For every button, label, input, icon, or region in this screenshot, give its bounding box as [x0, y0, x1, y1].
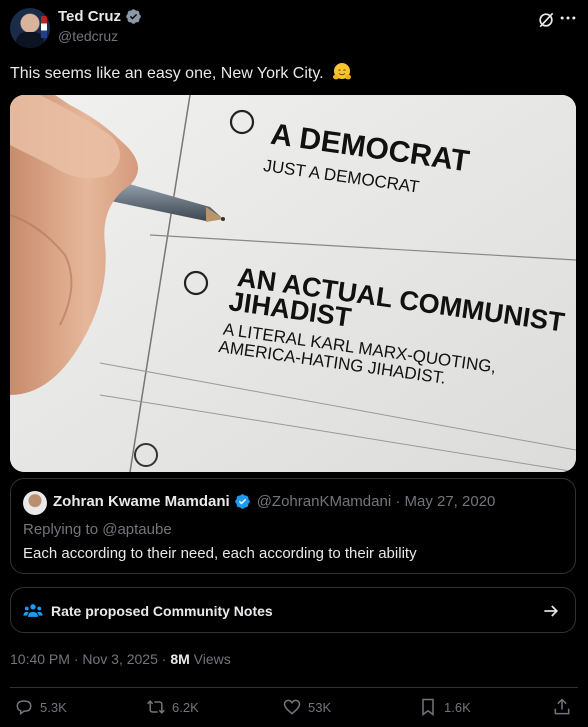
quoted-body: Each according to their need, each accor…	[23, 545, 417, 562]
quoted-header: Zohran Kwame Mamdani @ZohranKMamdani · M…	[53, 493, 495, 510]
bookmark-icon	[422, 698, 434, 716]
views-count: 8M	[170, 651, 190, 667]
views-label: Views	[189, 651, 231, 667]
author-handle[interactable]: @tedcruz	[58, 28, 118, 44]
tweet-body: This seems like an easy one, New York Ci…	[10, 65, 324, 82]
arrow-right-icon	[544, 605, 559, 617]
verified-badge-icon	[126, 9, 141, 24]
bookmark-count: 1.6K	[444, 699, 471, 715]
like-button[interactable]: 53K	[282, 697, 331, 717]
share-button[interactable]	[552, 697, 572, 717]
bookmark-button[interactable]: 1.6K	[418, 697, 471, 717]
hugging-face-emoji-icon	[333, 63, 352, 80]
community-notes-button[interactable]: Rate proposed Community Notes	[10, 587, 576, 633]
author-avatar[interactable]	[10, 8, 50, 48]
grok-icon[interactable]	[536, 10, 556, 30]
quoted-author-avatar[interactable]	[23, 491, 47, 515]
tweet-header: Ted Cruz @tedcruz	[10, 4, 578, 50]
tweet-timestamp: 10:40 PM · Nov 3, 2025 · 8M Views	[10, 651, 231, 667]
share-icon	[554, 698, 570, 715]
tweet-text: This seems like an easy one, New York Ci…	[10, 62, 352, 85]
time-date[interactable]: 10:40 PM · Nov 3, 2025 ·	[10, 651, 170, 667]
quoted-meta[interactable]: @ZohranKMamdani · May 27, 2020	[257, 493, 496, 510]
reply-icon	[16, 700, 32, 716]
community-notes-label: Rate proposed Community Notes	[51, 603, 273, 619]
author-name-row: Ted Cruz	[58, 8, 142, 25]
heart-icon	[283, 699, 301, 715]
quoted-author-name[interactable]: Zohran Kwame Mamdani	[53, 493, 230, 510]
more-icon[interactable]	[558, 8, 578, 28]
reply-button[interactable]: 5.3K	[14, 697, 67, 717]
quoted-tweet[interactable]: Zohran Kwame Mamdani @ZohranKMamdani · M…	[10, 478, 576, 574]
repost-count: 6.2K	[172, 699, 199, 715]
reply-count: 5.3K	[40, 699, 67, 715]
repost-button[interactable]: 6.2K	[146, 697, 199, 717]
verified-badge-icon	[234, 494, 250, 509]
divider	[10, 687, 578, 688]
ballot-illustration: A DEMOCRAT JUST A DEMOCRAT AN ACTUAL COM…	[10, 95, 576, 472]
action-bar: 5.3K 6.2K 53K 1.6K	[10, 697, 578, 723]
ballot-image[interactable]: A DEMOCRAT JUST A DEMOCRAT AN ACTUAL COM…	[10, 95, 576, 472]
repost-icon	[147, 700, 165, 714]
like-count: 53K	[308, 699, 332, 715]
people-icon	[23, 604, 43, 617]
author-name[interactable]: Ted Cruz	[58, 8, 121, 25]
replying-to: Replying to @aptaube	[23, 521, 172, 538]
